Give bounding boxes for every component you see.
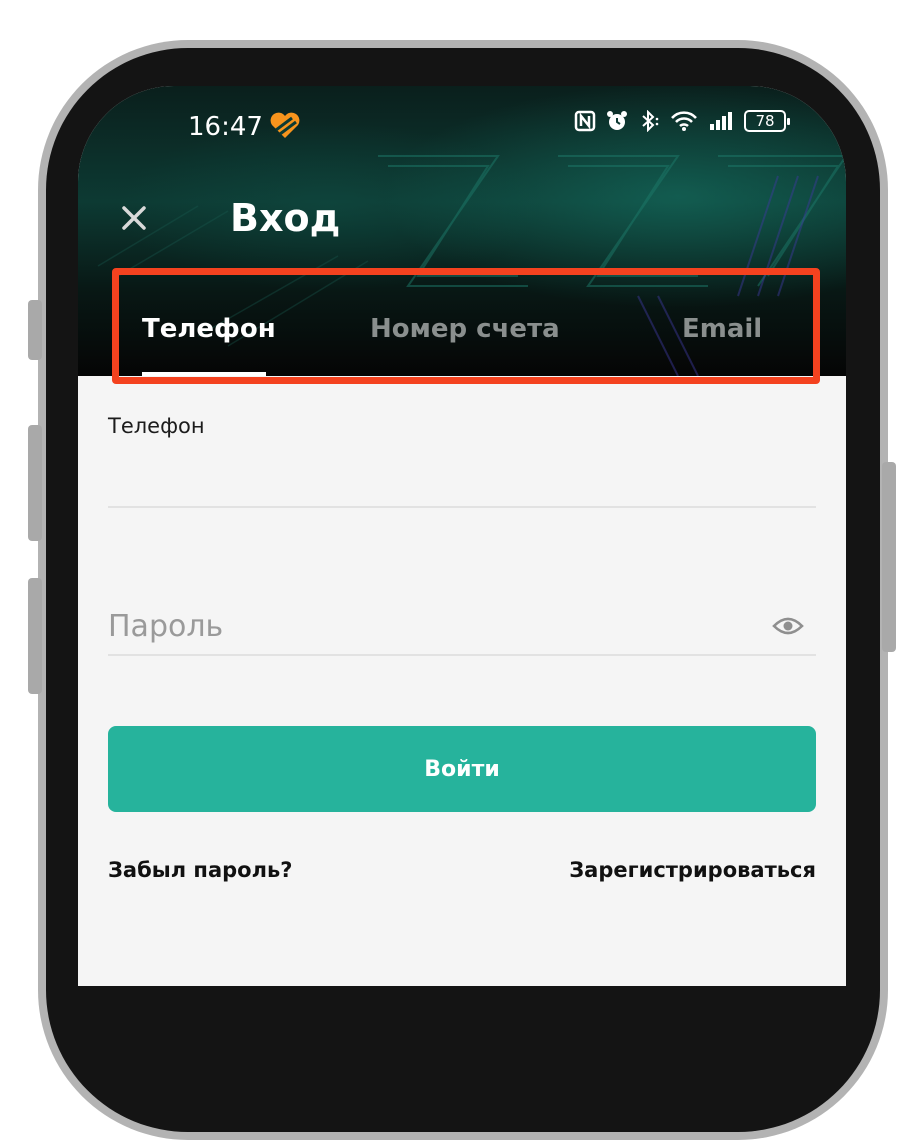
battery-icon: 78 xyxy=(744,110,790,132)
register-link[interactable]: Зарегистрироваться xyxy=(569,858,816,882)
phone-input[interactable] xyxy=(108,446,816,508)
active-tab-indicator xyxy=(142,372,266,376)
eye-icon[interactable] xyxy=(772,614,804,638)
heart-split-icon xyxy=(270,112,300,138)
tab-phone[interactable]: Телефон xyxy=(142,314,276,344)
tab-account-number[interactable]: Номер счета xyxy=(370,314,560,344)
app-screen: 16:47 78 Вход Телефон Номер счета Email … xyxy=(78,86,846,986)
status-icons: 78 xyxy=(574,110,790,132)
password-input[interactable] xyxy=(108,598,816,656)
power-button xyxy=(882,462,896,652)
volume-up-button xyxy=(28,425,42,541)
forgot-password-link[interactable]: Забыл пароль? xyxy=(108,858,292,882)
phone-field-label: Телефон xyxy=(108,414,205,438)
login-method-tabs: Телефон Номер счета Email xyxy=(78,282,846,376)
tab-email[interactable]: Email xyxy=(682,314,762,344)
status-time: 16:47 xyxy=(188,112,263,142)
page-title: Вход xyxy=(230,196,341,240)
volume-down-button xyxy=(28,578,42,694)
wifi-icon xyxy=(671,111,697,131)
login-button[interactable]: Войти xyxy=(108,726,816,812)
side-button-top xyxy=(28,300,42,360)
alarm-icon xyxy=(607,111,627,130)
signal-icon xyxy=(710,112,732,130)
nfc-icon xyxy=(574,110,596,132)
close-icon[interactable] xyxy=(120,204,148,232)
bluetooth-icon xyxy=(642,110,659,132)
header: 16:47 78 Вход Телефон Номер счета Email xyxy=(78,86,846,376)
